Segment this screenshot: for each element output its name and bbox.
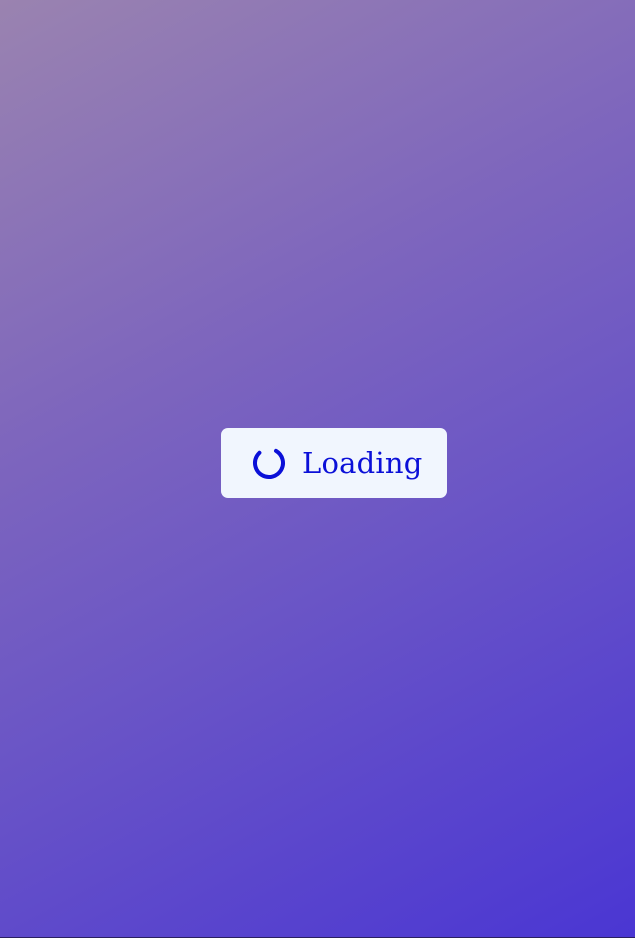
loading-label: Loading [302,445,423,480]
loading-screen: { "status": { "label": "Loading", "icon"… [0,0,635,938]
spinner-icon [253,447,285,479]
loading-indicator: Loading [221,428,447,498]
